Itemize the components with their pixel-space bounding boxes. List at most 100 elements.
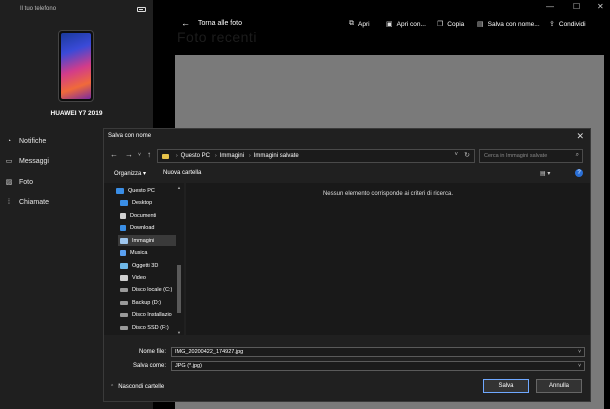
drive-icon — [120, 312, 128, 317]
open-label: Apri — [358, 20, 370, 28]
copy-label: Copia — [447, 20, 465, 28]
documents-icon — [120, 212, 126, 219]
chevron-down-icon[interactable]: ˅ — [578, 363, 581, 369]
filename-field[interactable]: IMG_20200422_174927.jpg ˅ — [171, 347, 585, 357]
page-title: Foto recenti — [177, 29, 257, 45]
chevron-down-icon[interactable]: ˅ — [138, 152, 141, 158]
tree-item-label: Disco locale (C:) — [132, 286, 173, 293]
empty-message: Nessun elemento corrisponde ai criteri d… — [322, 191, 454, 197]
save-as-dialog: Salva con nome ✕ ← → ˅ ↑ › Questo PC › I… — [103, 128, 591, 402]
tree-scrollbar[interactable]: ▲ ▼ — [176, 185, 182, 335]
tree-item-immagini[interactable]: Immagini — [118, 235, 176, 246]
save-icon: ▤ — [477, 21, 484, 28]
chevron-down-icon[interactable]: ˅ — [454, 152, 458, 158]
tree-item-label: Oggetti 3D — [132, 262, 159, 269]
tree-item-label: Immagini — [132, 237, 155, 244]
search-placeholder: Cerca in Immagini salvate — [484, 153, 548, 159]
file-list[interactable]: Nessun elemento corrisponde ai criteri d… — [186, 183, 590, 335]
save-options: Nome file: IMG_20200422_174927.jpg ˅ Sal… — [104, 339, 590, 401]
back-button[interactable]: ← Torna alle foto — [181, 18, 242, 28]
computer-icon — [116, 187, 124, 194]
scroll-down-icon[interactable]: ▼ — [176, 330, 182, 335]
chevron-up-icon: ⌃ — [110, 384, 115, 390]
back-arrow-icon[interactable]: ← — [110, 150, 118, 159]
video-icon — [120, 274, 128, 281]
navigation-pane: Questo PC Desktop Documenti Download Imm… — [104, 183, 184, 335]
up-arrow-icon[interactable]: ↑ — [147, 150, 151, 159]
copy-button[interactable]: ❐ Copia — [437, 20, 465, 29]
app-title: Il tuo telefono — [20, 6, 57, 12]
tree-item-disco-installazione[interactable]: Disco Installazio — [120, 309, 176, 320]
breadcrumb[interactable]: › Questo PC › Immagini › Immagini salvat… — [157, 149, 475, 163]
open-button[interactable]: ⧉ Apri — [349, 20, 370, 28]
photo-icon: ▨ — [5, 179, 13, 186]
tree-item-documenti[interactable]: Documenti — [120, 210, 176, 221]
pictures-icon — [120, 237, 128, 244]
share-button[interactable]: ⇪ Condividi — [549, 20, 586, 29]
search-icon: ⌕ — [575, 152, 579, 158]
arrow-left-icon: ← — [181, 18, 190, 28]
command-bar: Organizza ▾ Nuova cartella ▤ ▾ ? — [104, 167, 590, 181]
new-folder-button[interactable]: Nuova cartella — [163, 170, 201, 176]
scrollbar-thumb[interactable] — [177, 265, 181, 313]
device-name: HUAWEI Y7 2019 — [50, 110, 103, 117]
view-options-icon[interactable]: ▤ ▾ — [540, 170, 550, 177]
tree-item-label: Video — [132, 274, 146, 281]
grid-icon: ⁞ — [8, 198, 10, 206]
filename-value: IMG_20200422_174927.jpg — [175, 349, 244, 355]
cancel-button[interactable]: Annulla — [536, 379, 582, 393]
phone-image — [58, 30, 94, 102]
tree-item-oggetti-3d[interactable]: Oggetti 3D — [120, 260, 176, 271]
scroll-up-icon[interactable]: ▲ — [176, 185, 182, 190]
tree-item-label: Questo PC — [128, 187, 155, 194]
tree-item-questo-pc[interactable]: Questo PC — [116, 185, 176, 196]
tree-item-label: Disco SSD (F:) — [132, 324, 169, 331]
chevron-down-icon[interactable]: ˅ — [578, 349, 581, 355]
breadcrumb-separator-icon: › — [249, 153, 251, 159]
drive-icon — [120, 287, 128, 292]
tree-item-disco-ssd[interactable]: Disco SSD (F:) — [120, 322, 176, 333]
filename-label: Nome file: — [138, 349, 166, 355]
tree-item-musica[interactable]: Musica — [120, 247, 176, 258]
open-icon: ⧉ — [349, 20, 354, 27]
close-window-icon[interactable]: ✕ — [597, 2, 604, 11]
save-as-label: Salva con nome... — [487, 20, 540, 28]
breadcrumb-separator-icon: › — [176, 153, 178, 159]
save-button[interactable]: Salva — [483, 379, 529, 393]
savetype-select[interactable]: JPG (*.jpg) ˅ — [171, 361, 585, 371]
bell-icon: ◔ — [6, 137, 12, 145]
minimize-icon[interactable]: — — [546, 2, 554, 11]
refresh-icon[interactable]: ↻ — [464, 151, 470, 159]
tree-item-desktop[interactable]: Desktop — [120, 197, 176, 208]
hide-folders-button[interactable]: ⌃ Nascondi cartelle — [110, 384, 164, 390]
breadcrumb-separator-icon: › — [215, 153, 217, 159]
breadcrumb-item[interactable]: Immagini — [220, 153, 244, 159]
open-with-button[interactable]: ▣ Apri con... — [386, 20, 426, 29]
address-bar-row: ← → ˅ ↑ › Questo PC › Immagini › Immagin… — [104, 147, 590, 165]
sidebar-item-label: Chiamate — [19, 198, 49, 206]
download-icon — [120, 224, 126, 231]
tree-item-video[interactable]: Video — [120, 272, 176, 283]
close-icon[interactable]: ✕ — [576, 131, 584, 142]
help-icon[interactable]: ? — [575, 169, 583, 177]
save-as-button[interactable]: ▤ Salva con nome... — [477, 20, 540, 29]
breadcrumb-item[interactable]: Immagini salvate — [254, 153, 299, 159]
organize-button[interactable]: Organizza ▾ — [114, 170, 146, 177]
tree-item-label: Backup (D:) — [132, 299, 162, 306]
search-input[interactable]: Cerca in Immagini salvate ⌕ — [479, 149, 583, 163]
tree-item-disco-c[interactable]: Disco locale (C:) — [120, 284, 176, 295]
desktop-icon — [120, 199, 128, 206]
maximize-icon[interactable]: ☐ — [573, 2, 580, 11]
tree-item-backup-d[interactable]: Backup (D:) — [120, 297, 176, 308]
tree-item-label: Desktop — [132, 199, 153, 206]
battery-icon — [137, 7, 146, 12]
music-icon — [120, 249, 126, 256]
tree-item-label: Documenti — [130, 212, 157, 219]
copy-icon: ❐ — [437, 21, 444, 28]
breadcrumb-item[interactable]: Questo PC — [181, 153, 210, 159]
savetype-label: Salva come: — [132, 363, 166, 369]
forward-arrow-icon[interactable]: → — [125, 150, 133, 159]
share-label: Condividi — [558, 20, 586, 28]
tree-item-label: Musica — [130, 249, 148, 256]
tree-item-download[interactable]: Download — [120, 222, 176, 233]
